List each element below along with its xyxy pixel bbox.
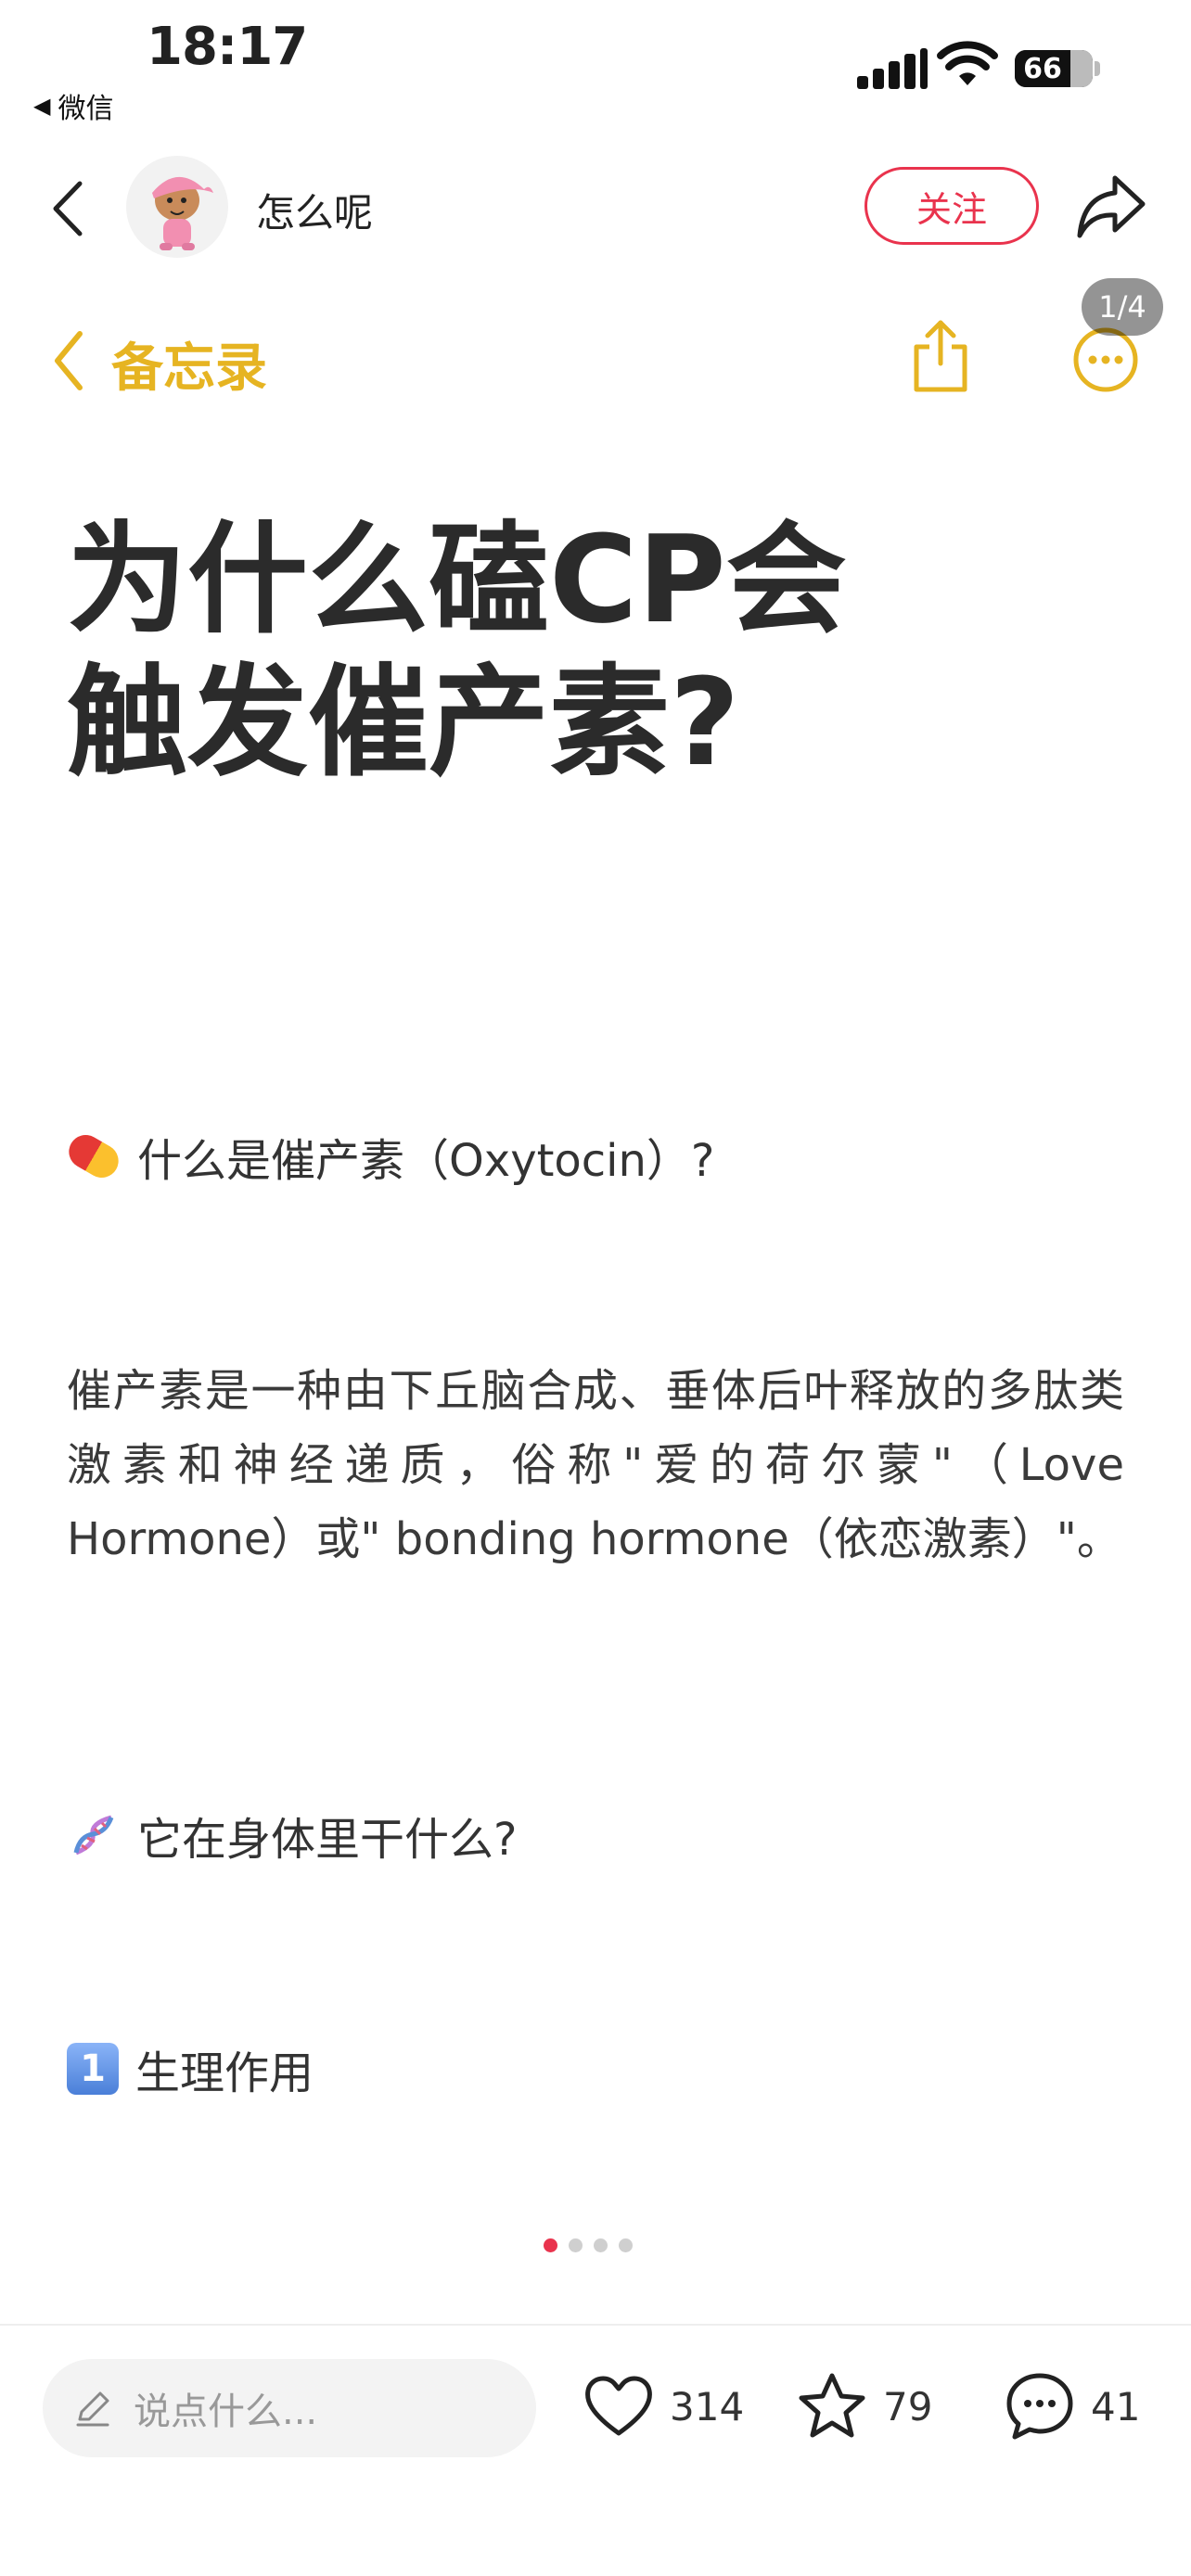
- notes-more-icon: [1073, 327, 1138, 392]
- back-triangle-icon: ◀: [33, 93, 51, 119]
- avatar[interactable]: [126, 156, 228, 258]
- cellular-signal-icon: [857, 48, 928, 89]
- battery-level: 66: [1015, 50, 1070, 87]
- star-icon: [799, 2373, 865, 2438]
- back-to-app-link[interactable]: ◀ 微信: [33, 85, 113, 126]
- carousel-dot-4: [619, 2238, 633, 2252]
- paragraph-text: 催产素是一种由下丘脑合成、垂体后叶释放的多肽类激素和神经递质，俗称"爱的荷尔蒙"…: [67, 1365, 1124, 1565]
- avatar-character-icon: [152, 176, 213, 250]
- pen-icon: [76, 2391, 109, 2427]
- battery-tip: [1095, 61, 1100, 76]
- share-arrow-icon[interactable]: [1074, 171, 1148, 241]
- carousel-dot-2: [569, 2238, 583, 2252]
- like-count: 314: [670, 2383, 745, 2429]
- page-indicator-badge: 1/4: [1082, 278, 1163, 336]
- title-line-1: 为什么磕CP会: [67, 509, 847, 650]
- section-heading-3: 1 生理作用: [67, 2036, 314, 2101]
- title-line-2: 触发催产素?: [67, 652, 740, 793]
- heart-icon: [585, 2376, 652, 2436]
- battery-icon: 66: [1015, 50, 1093, 87]
- notes-app-label: 备忘录: [111, 338, 267, 399]
- wifi-icon: [937, 41, 998, 85]
- username[interactable]: 怎么呢: [256, 182, 373, 238]
- section-heading-2: 它在身体里干什么?: [67, 1803, 517, 1868]
- follow-button[interactable]: 关注: [864, 167, 1039, 245]
- section-heading-3-text: 生理作用: [135, 2047, 314, 2099]
- favorite-count: 79: [883, 2383, 933, 2429]
- back-app-label: 微信: [58, 93, 114, 125]
- carousel-dot-1: [544, 2238, 557, 2252]
- bottom-divider: [0, 2324, 1191, 2326]
- section-heading-1: 什么是催产素（Oxytocin）?: [62, 1124, 715, 1189]
- section-heading-1-text: 什么是催产素（Oxytocin）?: [137, 1135, 715, 1187]
- dna-icon: [67, 1808, 121, 1862]
- pill-icon: [62, 1129, 125, 1184]
- notes-share-icon: [914, 320, 967, 392]
- back-chevron-icon[interactable]: [46, 178, 89, 239]
- carousel-dots: [544, 2238, 633, 2252]
- notes-back-chevron-icon[interactable]: [50, 328, 87, 393]
- carousel-dot-3: [594, 2238, 608, 2252]
- comment-count: 41: [1091, 2383, 1141, 2429]
- like-button[interactable]: 314: [581, 2368, 744, 2444]
- comment-input[interactable]: 说点什么...: [43, 2359, 536, 2457]
- note-title: 为什么磕CP会 触发催产素?: [67, 508, 1124, 794]
- favorite-button[interactable]: 79: [794, 2368, 932, 2444]
- comments-button[interactable]: 41: [1002, 2368, 1140, 2444]
- section-heading-2-text: 它在身体里干什么?: [137, 1814, 518, 1866]
- status-time: 18:17: [147, 17, 308, 77]
- keycap-one-icon: 1: [67, 2043, 119, 2095]
- chat-bubble-icon: [1006, 2373, 1073, 2440]
- comment-placeholder: 说点什么...: [134, 2391, 318, 2433]
